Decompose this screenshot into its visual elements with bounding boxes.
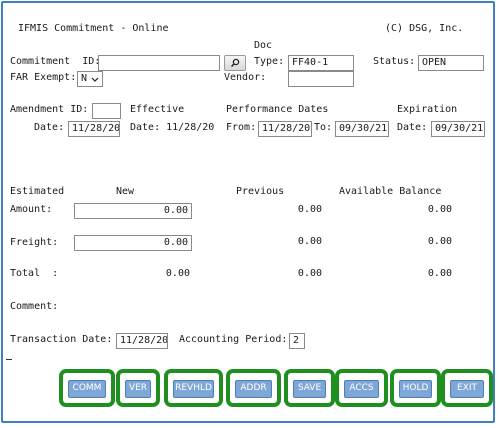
save-button-highlight: SAVE [284,369,335,407]
from-date-input[interactable]: 11/28/20 [258,121,312,137]
transaction-date-input[interactable]: 11/28/20 [116,333,168,349]
total-new-value: 0.00 [165,268,190,279]
previous-column-header: Previous [236,186,285,197]
commitment-id-input[interactable] [98,55,220,71]
amendment-id-input[interactable] [92,103,121,119]
amount-previous-value: 0.00 [297,204,322,215]
freight-previous-value: 0.00 [297,236,322,247]
amount-label: Amount: [10,204,53,215]
status-label: Status: [373,56,416,67]
accounting-period-input[interactable]: 2 [289,333,305,349]
ver-button-highlight: VER [116,369,160,407]
addr-button[interactable]: ADDR [235,380,272,398]
total-available-value: 0.00 [427,268,452,279]
type-input[interactable]: FF40-1 [288,55,354,71]
effective-label: Effective [130,104,185,115]
expiration-date-label: Date: [397,122,428,133]
hold-button[interactable]: HOLD [399,380,432,398]
exit-button[interactable]: EXIT [450,380,484,398]
commitment-search-button[interactable] [224,55,246,71]
amount-new-input[interactable]: 0.00 [74,203,192,219]
estimated-label: Estimated [10,186,65,197]
ver-button[interactable]: VER [125,380,151,398]
comment-label: Comment: [10,301,59,312]
performance-dates-label: Performance Dates [226,104,329,115]
save-button[interactable]: SAVE [293,380,326,398]
amendment-date-input[interactable]: 11/28/20 [68,121,120,137]
page-title: IFMIS Commitment - Online [18,23,169,34]
from-label: From: [226,122,257,133]
vendor-input[interactable] [288,71,354,87]
exit-button-highlight: EXIT [441,369,493,407]
far-exempt-select[interactable]: N [77,71,103,87]
total-previous-value: 0.00 [297,268,322,279]
amendment-id-label: Amendment ID: [10,104,89,115]
status-field: OPEN [418,55,484,71]
accounting-period-label: Accounting Period: [179,334,288,345]
left-margin-tick [6,359,12,360]
vendor-label: Vendor: [224,72,267,83]
expiration-label: Expiration [397,104,458,115]
search-icon [230,58,240,68]
to-date-input[interactable]: 09/30/21 [335,121,389,137]
to-label: To: [314,122,333,133]
expiration-date-input[interactable]: 09/30/21 [431,121,485,137]
available-balance-column-header: Available Balance [339,186,442,197]
total-label: Total : [10,268,59,279]
comm-button[interactable]: COMM [68,380,106,398]
freight-available-value: 0.00 [427,236,452,247]
far-exempt-label: FAR Exempt: [10,72,77,83]
amendment-date-label: Date: [34,122,65,133]
addr-button-highlight: ADDR [226,369,281,407]
type-label: Type: [254,56,285,67]
copyright-text: (C) DSG, Inc. [385,23,464,34]
far-exempt-value: N [81,73,88,84]
revhld-button[interactable]: REVHLD [173,380,214,398]
effective-date-text: Date: 11/28/20 [130,122,215,133]
chevron-down-icon [91,77,99,82]
freight-new-input[interactable]: 0.00 [74,235,192,251]
freight-label: Freight: [10,237,59,248]
doc-label: Doc [254,40,273,51]
amount-available-value: 0.00 [427,204,452,215]
accs-button-highlight: ACCS [335,369,388,407]
comm-button-highlight: COMM [59,369,115,407]
hold-button-highlight: HOLD [390,369,441,407]
commitment-id-label: Commitment ID: [10,56,101,67]
revhld-button-highlight: REVHLD [164,369,223,407]
new-column-header: New [116,186,135,197]
transaction-date-label: Transaction Date: [10,334,113,345]
accs-button[interactable]: ACCS [344,380,379,398]
